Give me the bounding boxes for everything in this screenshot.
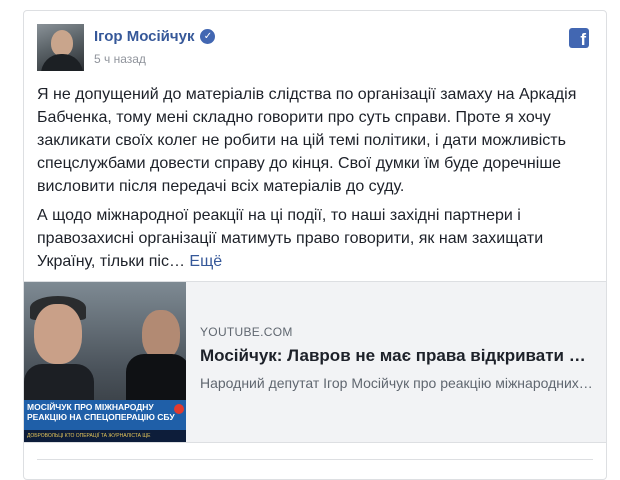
avatar-head bbox=[51, 30, 73, 56]
facebook-icon[interactable]: f bbox=[569, 28, 589, 48]
post-timestamp[interactable]: 5 ч назад bbox=[94, 52, 146, 66]
author-avatar[interactable] bbox=[37, 24, 84, 71]
link-domain: YOUTUBE.COM bbox=[200, 325, 293, 339]
actions-divider bbox=[37, 459, 593, 460]
thumb-person-face bbox=[34, 304, 82, 364]
thumb-second-person-face bbox=[142, 310, 180, 360]
post-paragraph-2: А щодо міжнародної реакції на ці події, … bbox=[37, 204, 597, 273]
author-name-row: Ігор Мосійчук ✓ bbox=[94, 28, 216, 45]
thumb-news-ticker: ДОБРОВОЛЬЦІ КТО ОПЕРАЦІЇ ТА ЖУРНАЛІСТА Щ… bbox=[24, 430, 186, 442]
see-more-link[interactable]: Ещё bbox=[189, 253, 222, 270]
author-name[interactable]: Ігор Мосійчук bbox=[94, 28, 194, 45]
post-card: Ігор Мосійчук ✓ 5 ч назад f Я не допущен… bbox=[23, 10, 607, 480]
video-thumbnail[interactable]: МОСІЙЧУК ПРО МІЖНАРОДНУ РЕАКЦІЮ НА СПЕЦО… bbox=[24, 282, 186, 442]
verified-icon: ✓ bbox=[200, 29, 216, 44]
link-preview[interactable]: МОСІЙЧУК ПРО МІЖНАРОДНУ РЕАКЦІЮ НА СПЕЦО… bbox=[24, 281, 606, 443]
link-title[interactable]: Мосійчук: Лавров не має права відкривати… bbox=[200, 346, 595, 366]
thumb-caption-banner: МОСІЙЧУК ПРО МІЖНАРОДНУ РЕАКЦІЮ НА СПЕЦО… bbox=[24, 400, 186, 430]
post-paragraph-1: Я не допущений до матеріалів слідства по… bbox=[37, 86, 577, 195]
link-description: Народний депутат Ігор Мосійчук про реакц… bbox=[200, 375, 593, 391]
channel-logo-icon bbox=[174, 404, 184, 414]
post-paragraph-2-text: А щодо міжнародної реакції на ці події, … bbox=[37, 207, 544, 270]
avatar-body bbox=[41, 54, 83, 71]
